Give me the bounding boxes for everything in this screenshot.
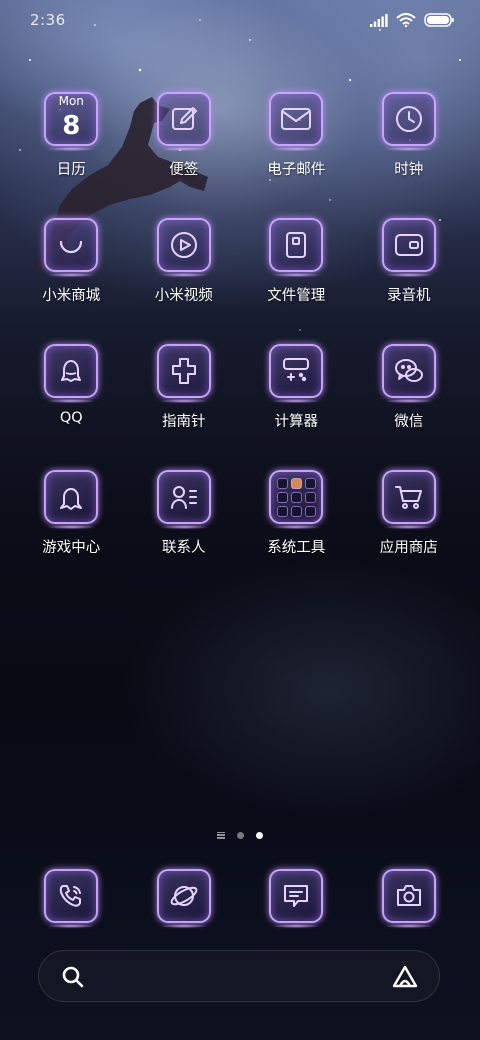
camera-icon xyxy=(381,869,436,928)
app-label: 时钟 xyxy=(394,162,424,178)
app-game-center[interactable]: 游戏中心 xyxy=(15,466,128,592)
calendar-day: Mon xyxy=(58,94,84,108)
browser-icon xyxy=(156,869,211,928)
app-wechat[interactable]: 微信 xyxy=(353,340,466,466)
app-calculator[interactable]: 计算器 xyxy=(240,340,353,466)
status-time: 2:36 xyxy=(30,11,66,29)
search-bar[interactable] xyxy=(38,950,440,1002)
app-label: 录音机 xyxy=(387,288,431,304)
page-dot[interactable] xyxy=(237,831,244,839)
app-label: 小米商城 xyxy=(42,288,101,304)
phone-icon xyxy=(44,869,99,928)
dock-browser[interactable] xyxy=(128,865,241,928)
page-indicator xyxy=(0,830,480,840)
notes-icon xyxy=(156,92,211,151)
status-bar: 2:36 xyxy=(0,0,480,40)
folder-app-thumb xyxy=(276,505,288,517)
app-label: QQ xyxy=(59,410,83,426)
wechat-icon xyxy=(381,344,436,403)
clock-icon xyxy=(381,92,436,151)
battery-icon xyxy=(424,13,454,27)
folder-app-thumb xyxy=(304,491,316,503)
app-qq[interactable]: QQ xyxy=(15,340,128,466)
video-icon xyxy=(156,218,211,277)
folder-app-thumb xyxy=(276,491,288,503)
app-recorder[interactable]: 录音机 xyxy=(353,214,466,340)
app-email[interactable]: 电子邮件 xyxy=(240,88,353,214)
app-app-store[interactable]: 应用商店 xyxy=(353,466,466,592)
app-label: 系统工具 xyxy=(267,540,326,556)
compass-icon xyxy=(156,344,211,403)
search-icon[interactable] xyxy=(61,965,85,989)
app-calendar[interactable]: Mon 8 日历 xyxy=(15,88,128,214)
recorder-icon xyxy=(381,218,436,277)
qq-icon xyxy=(44,344,99,403)
app-label: 日历 xyxy=(56,162,86,178)
messages-icon xyxy=(269,869,324,928)
app-notes[interactable]: 便签 xyxy=(128,88,241,214)
page-dot-active[interactable] xyxy=(256,831,263,839)
app-label: 计算器 xyxy=(274,414,319,430)
app-label: 电子邮件 xyxy=(267,162,326,178)
dock-phone[interactable] xyxy=(15,865,128,928)
email-icon xyxy=(269,92,324,151)
app-label: 应用商店 xyxy=(379,540,438,556)
folder-app-thumb xyxy=(304,505,316,517)
contacts-icon xyxy=(156,470,211,529)
app-clock[interactable]: 时钟 xyxy=(353,88,466,214)
app-contacts[interactable]: 联系人 xyxy=(128,466,241,592)
mi-store-icon xyxy=(44,218,99,277)
assistant-icon[interactable] xyxy=(391,964,419,990)
app-label: 便签 xyxy=(169,162,199,178)
app-video[interactable]: 小米视频 xyxy=(128,214,241,340)
dock-messages[interactable] xyxy=(240,865,353,928)
dock-camera[interactable] xyxy=(353,865,466,928)
app-label: 微信 xyxy=(394,414,424,430)
calendar-date: 8 xyxy=(62,111,81,141)
signal-icon xyxy=(370,13,388,27)
folder-app-thumb xyxy=(290,477,302,489)
app-grid: Mon 8 日历 便签 电子邮件 时钟 小米商城 小米视频 文件管理 录音机 Q… xyxy=(15,88,465,592)
app-label: 小米视频 xyxy=(154,288,213,304)
game-center-icon xyxy=(44,470,99,529)
dock xyxy=(15,865,466,928)
app-compass[interactable]: 指南针 xyxy=(128,340,241,466)
calendar-icon: Mon 8 xyxy=(44,92,99,151)
file-manager-icon xyxy=(269,218,324,277)
app-label: 游戏中心 xyxy=(42,540,101,556)
status-icons xyxy=(370,12,454,28)
app-label: 文件管理 xyxy=(267,288,326,304)
folder-app-thumb xyxy=(290,491,302,503)
app-mi-store[interactable]: 小米商城 xyxy=(15,214,128,340)
app-label: 联系人 xyxy=(162,540,206,556)
page-indicator-lines xyxy=(217,831,225,839)
folder-icon xyxy=(269,470,324,529)
folder-app-thumb xyxy=(304,477,316,489)
folder-app-thumb xyxy=(276,477,288,489)
calculator-icon xyxy=(269,344,324,403)
app-label: 指南针 xyxy=(162,414,206,430)
wifi-icon xyxy=(396,13,416,27)
app-store-icon xyxy=(381,470,436,529)
app-system-tools-folder[interactable]: 系统工具 xyxy=(240,466,353,592)
app-file-manager[interactable]: 文件管理 xyxy=(240,214,353,340)
folder-app-thumb xyxy=(290,505,302,517)
folder-preview xyxy=(276,477,316,517)
